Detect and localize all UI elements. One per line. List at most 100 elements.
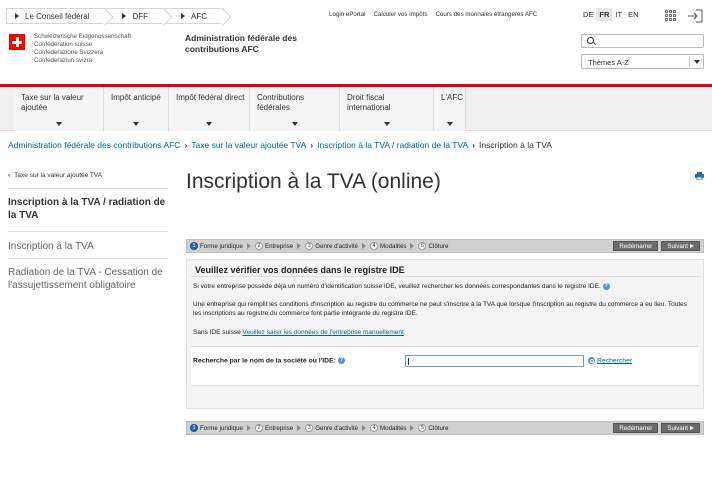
wizard-steps-bottom: 1 Forme juridique 2 Entreprise 3 Genre d'ac…: [186, 421, 704, 435]
chevron-down-icon: [55, 122, 62, 126]
print-icon[interactable]: [695, 172, 704, 180]
lang-en[interactable]: EN: [625, 8, 641, 21]
administration-title[interactable]: Administration fédérale des contribution…: [185, 33, 297, 55]
apps-grid-icon[interactable]: [665, 10, 676, 21]
company-search-label: Recherche par le nom de la société ou l'…: [193, 357, 345, 365]
sidebar-back-link[interactable]: ‹ Taxe sur la valeur ajoutée TVA: [8, 172, 168, 179]
step-arrow-icon: [247, 243, 251, 249]
step-genre-activite[interactable]: Genre d'activité: [315, 425, 358, 432]
play-icon: [690, 426, 694, 431]
breadcrumb-link-afc[interactable]: Administration fédérale des contribution…: [8, 140, 180, 150]
step-number: 2: [255, 424, 263, 432]
nav-item-tva[interactable]: Taxe sur la valeur ajoutée: [14, 87, 104, 131]
chevron-down-icon: [206, 122, 212, 126]
wizard-steps-top: 1 Forme juridique 2 Entreprise 3 Genre d'ac…: [186, 239, 704, 253]
lang-it[interactable]: IT: [612, 8, 625, 21]
breadcrumb: Administration fédérale des contribution…: [8, 140, 552, 150]
step-number: 5: [418, 424, 427, 432]
step-forme-juridique[interactable]: Forme juridique: [200, 425, 243, 432]
chevron-down-icon: [689, 56, 702, 67]
chevron-left-icon: ‹: [8, 172, 11, 179]
chevron-down-icon: [291, 122, 298, 126]
chevron-right-icon: ›: [310, 140, 314, 150]
search-icon: [588, 357, 595, 364]
step-number: 1: [190, 242, 198, 250]
step-arrow-icon: [297, 425, 302, 431]
step-arrow-icon: [410, 243, 415, 249]
step-number: 3: [305, 424, 314, 432]
panel-heading: Veuillez vérifier vos données dans le re…: [191, 265, 409, 275]
nav-item-ifd[interactable]: Impôt fédéral direct: [169, 87, 250, 131]
top-links: Login ePortal Calculer vos impôts Cours …: [329, 11, 537, 18]
calculate-taxes-link[interactable]: Calculer vos impôts: [373, 11, 427, 18]
intro-paragraph: Si votre entreprise possède déjà un numé…: [193, 283, 610, 291]
step-number: 2: [255, 242, 263, 250]
breadcrumb-link-tva[interactable]: Taxe sur la valeur ajoutée TVA: [191, 140, 306, 150]
manual-entry-link[interactable]: Veuillez saisir les données de l'entrepr…: [243, 329, 404, 336]
search-button[interactable]: Rechercher: [588, 357, 632, 364]
main-navigation: Taxe sur la valeur ajoutée Impôt anticipé…: [0, 87, 712, 131]
restart-button[interactable]: Redémarrer: [613, 423, 659, 433]
step-cloture[interactable]: Clôture: [428, 425, 448, 432]
site-search-input[interactable]: [581, 34, 704, 48]
company-search-field[interactable]: [406, 356, 583, 367]
step-entreprise[interactable]: Entreprise: [265, 425, 293, 432]
next-button[interactable]: Suivant: [661, 241, 700, 251]
breadcrumb-link-inscription-radiation[interactable]: Inscription à la TVA / radiation de la T…: [317, 140, 468, 150]
lang-fr[interactable]: FR: [596, 8, 613, 21]
next-button[interactable]: Suivant: [661, 423, 700, 433]
lang-de[interactable]: DE: [580, 8, 596, 21]
company-search-input[interactable]: [405, 355, 584, 367]
nav-item-droit-fiscal[interactable]: Droit fiscal international: [340, 87, 434, 131]
site-header: Schweizerische Eidgenossenschaft Confédé…: [0, 30, 712, 86]
swiss-cross-logo[interactable]: [9, 34, 25, 50]
chevron-right-icon: ›: [472, 140, 476, 150]
federal-crumbs: Le Conseil fédéral DFF AFC: [6, 8, 225, 24]
chevron-down-icon: [383, 122, 390, 126]
language-switcher: DE FR IT EN: [580, 8, 642, 21]
manual-entry-row: Sans IDE suisse Veuillez saisir les donn…: [193, 329, 404, 336]
step-arrow-icon: [297, 243, 302, 249]
step-number: 1: [190, 424, 198, 432]
sidebar-divider: [8, 231, 168, 232]
sidebar-item-inscription[interactable]: Inscription à la TVA: [8, 240, 173, 253]
crumb-conseil-federal[interactable]: Le Conseil fédéral: [6, 8, 107, 24]
step-genre-activite[interactable]: Genre d'activité: [315, 243, 358, 250]
nav-item-contributions[interactable]: Contributions fédérales: [250, 87, 340, 131]
help-icon[interactable]: ?: [602, 283, 610, 290]
themes-select[interactable]: Thèmes A-Z: [581, 54, 704, 69]
triangle-right-icon: [181, 13, 186, 19]
sidebar-item-radiation[interactable]: Radiation de la TVA - Cessation de l'ass…: [8, 266, 173, 292]
restart-button[interactable]: Redémarrer: [613, 241, 659, 251]
chevron-down-icon: [133, 122, 139, 126]
confederation-names: Schweizerische Eidgenossenschaft Confédé…: [34, 33, 131, 64]
search-icon: [587, 37, 594, 44]
help-icon[interactable]: ?: [337, 357, 345, 364]
step-cloture[interactable]: Clôture: [428, 243, 448, 250]
login-icon[interactable]: [687, 9, 703, 23]
chevron-down-icon: [446, 122, 453, 126]
registry-paragraph: Une entreprise qui remplit les condition…: [193, 301, 687, 317]
heading-divider: [191, 276, 699, 277]
step-modalites[interactable]: Modalités: [380, 243, 406, 250]
nav-item-afc[interactable]: L'AFC: [434, 87, 466, 131]
sidebar-active-item[interactable]: Inscription à la TVA / radiation de la T…: [8, 196, 173, 222]
step-arrow-icon: [410, 425, 415, 431]
exchange-rates-link[interactable]: Cours des monnaies étrangères AFC: [435, 11, 537, 18]
play-icon: [690, 244, 694, 249]
crumb-afc[interactable]: AFC: [164, 8, 225, 24]
step-entreprise[interactable]: Entreprise: [265, 243, 293, 250]
chevron-right-icon: ›: [184, 140, 188, 150]
login-eportal-link[interactable]: Login ePortal: [329, 11, 365, 18]
crumb-dff[interactable]: DFF: [105, 8, 166, 24]
step-arrow-icon: [362, 243, 366, 249]
step-modalites[interactable]: Modalités: [380, 425, 406, 432]
nav-item-impot-anticipe[interactable]: Impôt anticipé: [104, 87, 169, 131]
step-number: 3: [305, 242, 314, 250]
step-arrow-icon: [362, 425, 366, 431]
breadcrumb-current: Inscription à la TVA: [479, 140, 552, 150]
triangle-right-icon: [122, 13, 127, 19]
step-arrow-icon: [247, 425, 251, 431]
triangle-right-icon: [15, 13, 19, 19]
step-forme-juridique[interactable]: Forme juridique: [200, 243, 243, 250]
